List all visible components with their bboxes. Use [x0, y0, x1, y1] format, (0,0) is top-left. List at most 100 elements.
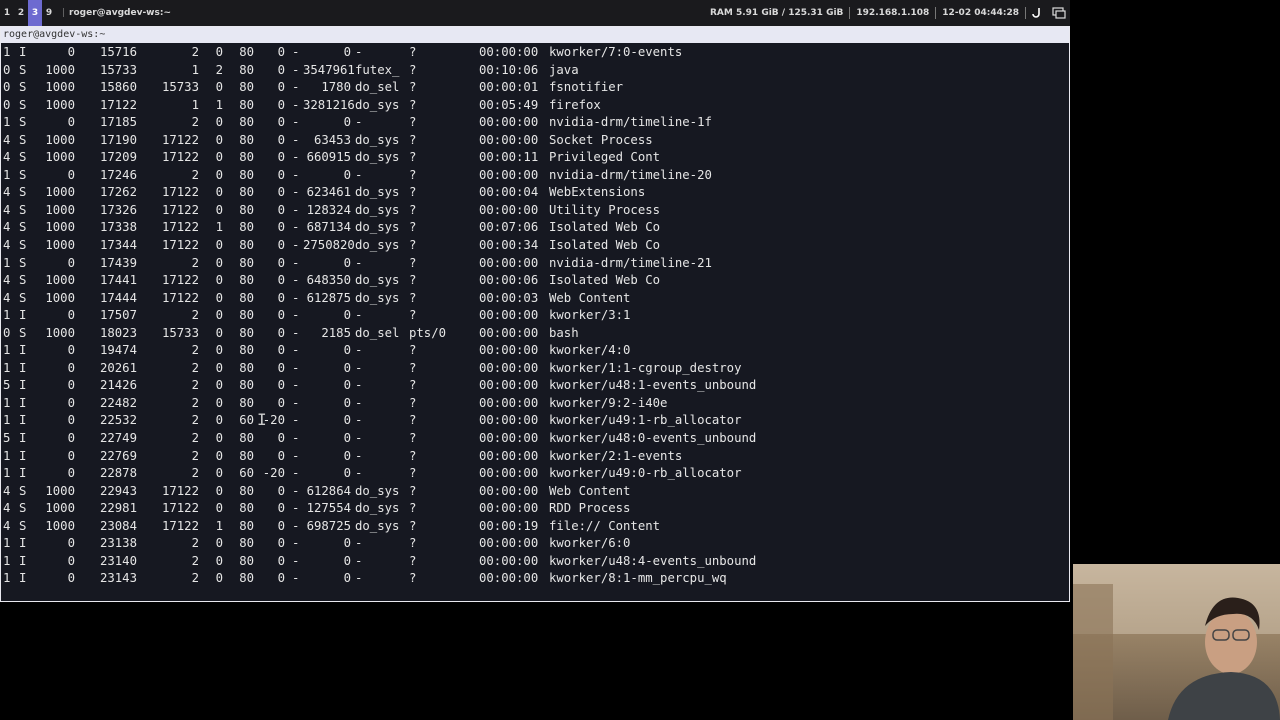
- col-tty: ?: [409, 431, 417, 446]
- process-row: 4 S 1000 17209 17122 0 80 0-660915 do_sys? 00:00:…: [3, 149, 1069, 167]
- col-c: 0: [215, 413, 223, 428]
- workspace-switcher: 1239: [0, 0, 56, 26]
- col-tty: ?: [409, 343, 417, 358]
- col-s: I: [19, 466, 27, 481]
- col-addr: -: [292, 255, 300, 270]
- workspace-9[interactable]: 9: [42, 0, 56, 26]
- power-icon[interactable]: [1026, 0, 1048, 26]
- terminal-window[interactable]: roger@avgdev-ws:~ 1 I 0 15716 2 0 80 0-0-? 00:00…: [0, 26, 1070, 602]
- col-cmd: kworker/1:1-cgroup_destroy: [549, 360, 742, 375]
- col-ni: 0: [277, 290, 285, 305]
- col-time: 00:00:00: [479, 501, 539, 516]
- col-tty: ?: [409, 220, 417, 235]
- col-wchan: do_sys: [355, 238, 400, 253]
- col-pid: 15716: [99, 45, 137, 59]
- col-uid: 1000: [45, 150, 75, 165]
- process-row: 0 S 1000 18023 15733 0 80 0-2185 do_sel pts/0 00:0…: [3, 325, 1069, 343]
- col-ni: 0: [277, 80, 285, 95]
- col-addr: -: [292, 413, 300, 428]
- col-time: 00:00:00: [479, 360, 539, 375]
- col-ni: 0: [277, 255, 285, 270]
- col-ppid: 2: [191, 308, 199, 323]
- col-s: S: [19, 167, 27, 182]
- col-ni: 0: [277, 308, 285, 323]
- col-s: I: [19, 45, 27, 59]
- col-pid: 23143: [99, 571, 137, 586]
- col-f: 1: [3, 343, 11, 358]
- col-time: 00:00:00: [479, 202, 539, 217]
- screen-icon[interactable]: [1048, 0, 1070, 26]
- process-row: 1 I 0 15716 2 0 80 0-0-? 00:00:00 kworker/7:0-eve…: [3, 44, 1069, 62]
- col-s: I: [19, 395, 27, 410]
- process-row: 1 I 0 23138 2 0 80 0-0-? 00:00:00 kworker/6:0: [3, 535, 1069, 553]
- col-wchan: -: [355, 571, 363, 586]
- col-time: 00:00:00: [479, 553, 539, 568]
- process-row: 1 I 0 22878 2 0 60 -20-0-? 00:00:00 kworker/u49:0…: [3, 465, 1069, 483]
- col-addr: -: [292, 238, 300, 253]
- col-s: S: [19, 132, 27, 147]
- col-uid: 1000: [45, 185, 75, 200]
- col-uid: 0: [67, 571, 75, 586]
- col-s: S: [19, 325, 27, 340]
- col-pri: 80: [239, 325, 254, 340]
- col-tty: ?: [409, 571, 417, 586]
- process-row: 4 S 1000 17344 17122 0 80 0-2750820 do_sys? 00:00…: [3, 237, 1069, 255]
- col-ni: 0: [277, 273, 285, 288]
- col-sz: 0: [343, 431, 351, 446]
- col-c: 0: [215, 255, 223, 270]
- terminal-title-bar: roger@avgdev-ws:~: [1, 27, 1069, 43]
- col-uid: 0: [67, 45, 75, 59]
- col-wchan: -: [355, 431, 363, 446]
- col-s: S: [19, 273, 27, 288]
- col-tty: ?: [409, 553, 417, 568]
- col-uid: 0: [67, 255, 75, 270]
- col-sz: 0: [343, 167, 351, 182]
- col-tty: ?: [409, 185, 417, 200]
- process-row: 0 S 1000 15733 1 2 80 0-3547961 futex_? 00:10:06 j…: [3, 62, 1069, 80]
- process-row: 0 S 1000 17122 1 1 80 0-3281216 do_sys? 00:05:49 f…: [3, 97, 1069, 115]
- col-wchan: -: [355, 553, 363, 568]
- col-wchan: -: [355, 167, 363, 182]
- col-c: 1: [215, 518, 223, 533]
- col-pri: 80: [239, 132, 254, 147]
- col-ppid: 2: [191, 553, 199, 568]
- col-pid: 19474: [99, 343, 137, 358]
- webcam-overlay: [1073, 564, 1280, 720]
- col-c: 0: [215, 308, 223, 323]
- col-pid: 22878: [99, 466, 137, 481]
- process-row: 1 S 0 17185 2 0 80 0-0-? 00:00:00 nvidia-drm/time…: [3, 114, 1069, 132]
- col-time: 00:00:00: [479, 45, 539, 59]
- col-f: 1: [3, 167, 11, 182]
- col-sz: 2185: [321, 325, 351, 340]
- workspace-1[interactable]: 1: [0, 0, 14, 26]
- col-addr: -: [292, 501, 300, 516]
- col-c: 0: [215, 202, 223, 217]
- col-sz: 0: [343, 448, 351, 463]
- col-c: 0: [215, 536, 223, 551]
- workspace-3[interactable]: 3: [28, 0, 42, 26]
- col-wchan: do_sys: [355, 518, 400, 533]
- col-cmd: kworker/2:1-events: [549, 448, 683, 463]
- col-pid: 15733: [99, 62, 137, 77]
- col-cmd: firefox: [549, 97, 601, 112]
- col-sz: 0: [343, 378, 351, 393]
- col-f: 4: [3, 132, 11, 147]
- col-addr: -: [292, 518, 300, 533]
- col-ni: 0: [277, 343, 285, 358]
- col-f: 1: [3, 466, 11, 481]
- col-time: 00:00:00: [479, 448, 539, 463]
- workspace-2[interactable]: 2: [14, 0, 28, 26]
- col-cmd: kworker/8:1-mm_percpu_wq: [549, 571, 727, 586]
- col-tty: ?: [409, 536, 417, 551]
- col-sz: 612864: [306, 483, 351, 498]
- col-addr: -: [292, 308, 300, 323]
- col-time: 00:00:00: [479, 536, 539, 551]
- col-pid: 15860: [99, 80, 137, 95]
- col-pri: 80: [239, 273, 254, 288]
- col-pri: 80: [239, 571, 254, 586]
- col-uid: 1000: [45, 80, 75, 95]
- col-ni: 0: [277, 553, 285, 568]
- col-ppid: 15733: [161, 80, 199, 95]
- col-c: 0: [215, 501, 223, 516]
- col-ni: 0: [277, 45, 285, 59]
